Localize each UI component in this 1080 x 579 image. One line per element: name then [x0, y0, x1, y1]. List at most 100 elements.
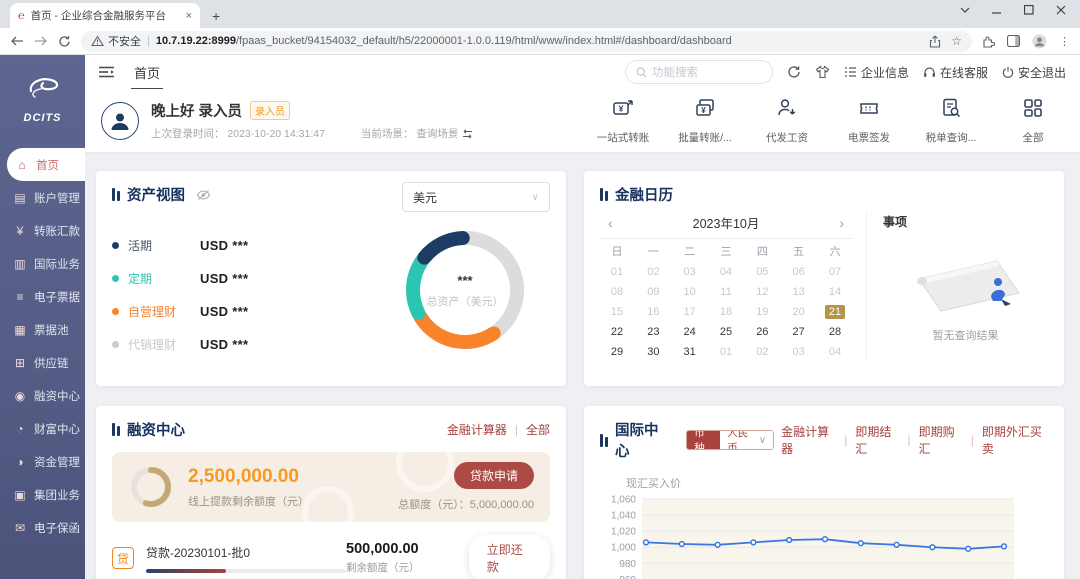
side-panel-icon[interactable] [1007, 35, 1020, 47]
sidebar-item-financing[interactable]: ◉融资中心 [0, 379, 85, 412]
header-action-power[interactable]: 安全退出 [1002, 64, 1066, 81]
share-icon[interactable] [929, 35, 941, 48]
sidebar-item-home[interactable]: ⌂首页 [7, 148, 85, 181]
sidebar-item-guarantee[interactable]: ✉电子保函 [0, 511, 85, 544]
calendar-day[interactable]: 18 [709, 303, 743, 321]
sidebar-item-international[interactable]: ▥国际业务 [0, 247, 85, 280]
back-icon[interactable] [10, 36, 24, 46]
address-bar[interactable]: 不安全 | 10.7.19.22:8999/fpaas_bucket/94154… [81, 31, 972, 52]
calendar-day[interactable]: 07 [818, 263, 852, 281]
quick-action-tax-query[interactable]: 税单查询... [922, 96, 980, 145]
calendar-day[interactable]: 10 [673, 283, 707, 301]
quick-action-batch-transfer[interactable]: ¥批量转账/... [676, 96, 734, 145]
calendar-day[interactable]: 29 [600, 343, 634, 361]
calendar-next-icon[interactable]: › [835, 215, 848, 231]
calendar-day[interactable]: 17 [673, 303, 707, 321]
calendar-day[interactable]: 08 [600, 283, 634, 301]
calendar-day[interactable]: 05 [745, 263, 779, 281]
calendar-day[interactable]: 14 [818, 283, 852, 301]
sidebar-item-wealth[interactable]: ◔财富中心 [0, 412, 85, 445]
loan-apply-button[interactable]: 贷款申请 [454, 462, 534, 489]
calendar-day[interactable]: 25 [709, 323, 743, 341]
sidebar-item-funds[interactable]: ◑资金管理 [0, 445, 85, 478]
calendar-day-selected[interactable]: 21 [818, 303, 852, 321]
extensions-puzzle-icon[interactable] [982, 35, 995, 48]
eye-hidden-icon[interactable] [196, 189, 211, 201]
transfer-icon: ¥ [13, 224, 27, 238]
currency-selected: 美元 [413, 189, 437, 206]
calendar-day[interactable]: 20 [782, 303, 816, 321]
link-2[interactable]: 即期购汇 [919, 423, 963, 457]
calendar-day[interactable]: 03 [673, 263, 707, 281]
calendar-day[interactable]: 12 [745, 283, 779, 301]
currency-select[interactable]: 美元 ∨ [402, 182, 550, 212]
bookmark-star-icon[interactable]: ☆ [951, 34, 962, 48]
sidebar-item-supply-chain[interactable]: ⊞供应链 [0, 346, 85, 379]
forward-icon[interactable] [34, 36, 48, 46]
user-avatar[interactable] [101, 102, 139, 140]
calendar-day[interactable]: 22 [600, 323, 634, 341]
calendar-day[interactable]: 01 [709, 343, 743, 361]
quick-action-payroll[interactable]: 代发工资 [758, 96, 816, 145]
theme-skin-icon[interactable] [815, 65, 830, 79]
sidebar-item-group[interactable]: ▣集团业务 [0, 478, 85, 511]
window-minimize-icon[interactable] [992, 5, 1002, 15]
calendar-day[interactable]: 11 [709, 283, 743, 301]
calendar-day[interactable]: 13 [782, 283, 816, 301]
tab-title: 首页 - 企业综合金融服务平台 [31, 8, 180, 23]
calendar-day[interactable]: 02 [745, 343, 779, 361]
app-header: 首页 功能搜索 企业信息在线客服安全退出 [85, 55, 1080, 89]
sidebar-item-bill-pool[interactable]: ▦票据池 [0, 313, 85, 346]
collapse-menu-icon[interactable] [99, 66, 115, 78]
calendar-day[interactable]: 24 [673, 323, 707, 341]
calendar-day[interactable]: 30 [636, 343, 670, 361]
calendar-month: 2023年10月 [693, 213, 760, 232]
calendar-day[interactable]: 01 [600, 263, 634, 281]
sidebar-item-account[interactable]: ▤账户管理 [0, 181, 85, 214]
browser-profile-avatar[interactable] [1032, 34, 1047, 49]
browser-tab[interactable]: ℮ 首页 - 企业综合金融服务平台 × [10, 3, 200, 28]
function-search-input[interactable]: 功能搜索 [625, 60, 773, 84]
link-1[interactable]: 即期结汇 [855, 423, 899, 457]
calendar-day[interactable]: 28 [818, 323, 852, 341]
svg-text:960: 960 [619, 575, 636, 579]
panel-title-icon [112, 423, 120, 436]
sidebar-item-ebill[interactable]: ≡电子票据 [0, 280, 85, 313]
repay-now-button[interactable]: 立即还款 [469, 535, 550, 579]
quick-action-onestop-transfer[interactable]: ¥一站式转账 [594, 96, 652, 145]
calendar-day[interactable]: 06 [782, 263, 816, 281]
header-action-list[interactable]: 企业信息 [844, 64, 909, 81]
sidebar-item-transfer[interactable]: ¥转账汇款 [0, 214, 85, 247]
browser-menu-icon[interactable]: ⋮ [1059, 35, 1070, 48]
quick-action-eticket[interactable]: 电票签发 [840, 96, 898, 145]
window-close-icon[interactable] [1056, 5, 1066, 15]
calendar-day[interactable]: 04 [709, 263, 743, 281]
link-1[interactable]: 全部 [526, 421, 550, 438]
calendar-day[interactable]: 02 [636, 263, 670, 281]
link-3[interactable]: 即期外汇买卖 [982, 423, 1048, 457]
calendar-day[interactable]: 09 [636, 283, 670, 301]
calendar-day[interactable]: 23 [636, 323, 670, 341]
refresh-icon[interactable] [787, 65, 801, 79]
page-tab-home[interactable]: 首页 [131, 55, 163, 90]
calendar-day[interactable]: 27 [782, 323, 816, 341]
calendar-day[interactable]: 03 [782, 343, 816, 361]
calendar-day[interactable]: 26 [745, 323, 779, 341]
calendar-day[interactable]: 16 [636, 303, 670, 321]
new-tab-button[interactable]: + [212, 8, 220, 28]
switch-scene-icon[interactable] [462, 129, 473, 139]
window-maximize-icon[interactable] [1024, 5, 1034, 15]
calendar-day[interactable]: 15 [600, 303, 634, 321]
calendar-day[interactable]: 31 [673, 343, 707, 361]
link-0[interactable]: 金融计算器 [781, 423, 836, 457]
calendar-prev-icon[interactable]: ‹ [604, 215, 617, 231]
calendar-day[interactable]: 04 [818, 343, 852, 361]
window-menu-icon[interactable] [960, 7, 970, 13]
tab-close-icon[interactable]: × [186, 10, 192, 22]
quick-action-grid[interactable]: 全部 [1004, 96, 1062, 145]
link-0[interactable]: 金融计算器 [447, 421, 507, 438]
header-action-headset[interactable]: 在线客服 [923, 64, 988, 81]
currency-type-select[interactable]: 币种 人民币 ∨ [686, 430, 774, 450]
calendar-day[interactable]: 19 [745, 303, 779, 321]
reload-icon[interactable] [58, 35, 71, 48]
